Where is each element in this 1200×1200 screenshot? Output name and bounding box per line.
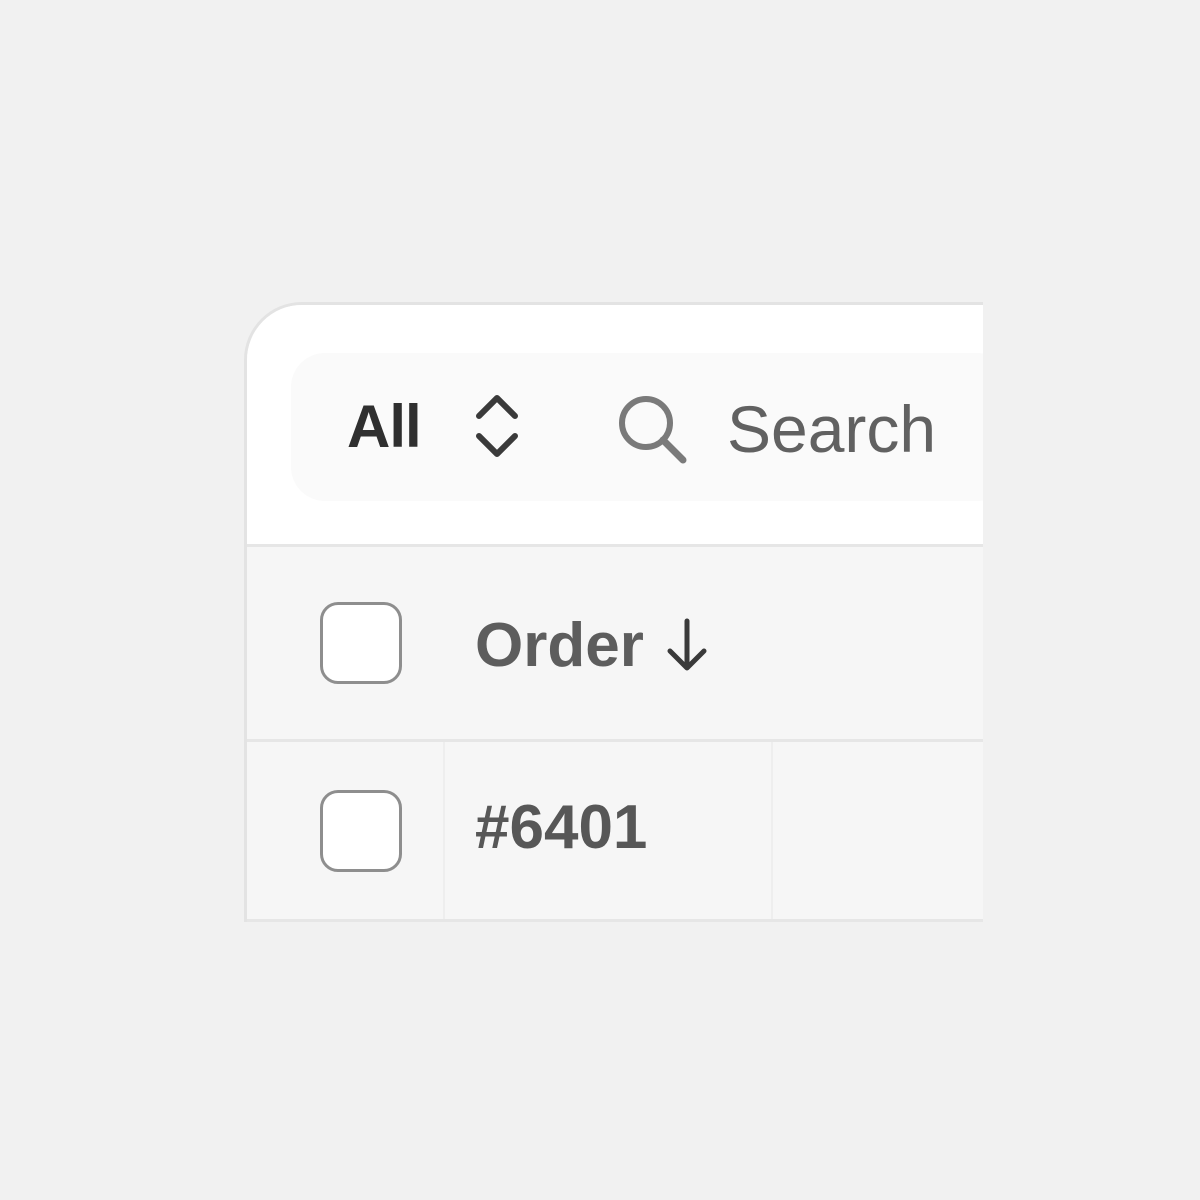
order-number: #6401 xyxy=(475,793,648,862)
page: All Search Order #6401 xyxy=(0,0,1200,1200)
order-column-label: Order xyxy=(475,610,644,680)
order-column-header[interactable]: Order xyxy=(475,605,710,685)
search-placeholder: Search xyxy=(727,392,937,466)
table-toolbar: All Search xyxy=(247,305,983,547)
column-divider xyxy=(443,742,445,919)
search-input[interactable]: Search xyxy=(615,389,936,469)
column-divider xyxy=(771,742,773,919)
arrow-down-icon xyxy=(664,615,710,675)
status-filter-label: All xyxy=(347,392,422,460)
chevron-up-down-icon xyxy=(473,390,521,462)
table-header-row: Order xyxy=(247,547,983,742)
orders-table-card: All Search Order #6401 xyxy=(244,302,983,922)
table-row[interactable]: #6401 xyxy=(247,742,983,922)
search-icon xyxy=(615,392,689,466)
filter-search-bar: All Search xyxy=(291,353,983,501)
row-select-checkbox[interactable] xyxy=(320,790,402,872)
status-filter-select[interactable]: All xyxy=(347,391,521,461)
select-all-checkbox[interactable] xyxy=(320,602,402,684)
